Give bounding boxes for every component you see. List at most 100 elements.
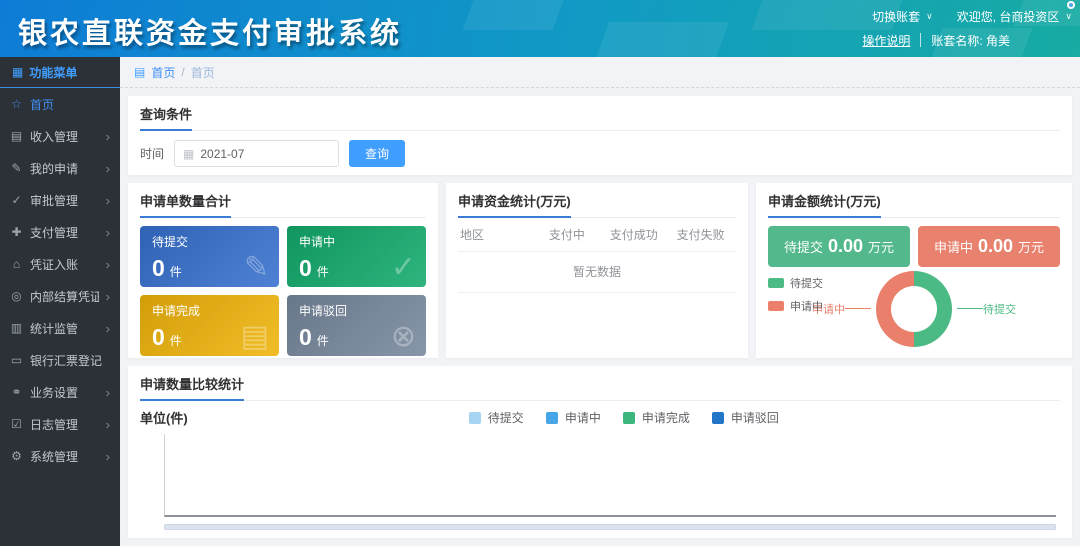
header-decoration bbox=[463, 0, 568, 30]
donut-hole bbox=[891, 286, 937, 332]
chevron-down-icon[interactable]: ∨ bbox=[926, 11, 933, 22]
comparison-chart-panel: 申请数量比较统计 单位(件) 待提交 申请中 bbox=[128, 366, 1072, 538]
date-input[interactable] bbox=[200, 147, 330, 161]
sidebar-item-home[interactable]: ☆ 首页 bbox=[0, 88, 120, 120]
legend-item[interactable]: 待提交 bbox=[469, 409, 524, 426]
stat-card-unit: 件 bbox=[170, 332, 182, 349]
chevron-right-icon: › bbox=[106, 257, 110, 272]
sidebar-item-voucher-entry[interactable]: ⌂ 凭证入账 › bbox=[0, 248, 120, 280]
sidebar-header-label: 功能菜单 bbox=[29, 64, 77, 81]
card-icon: ▭ bbox=[10, 353, 23, 367]
amount-box-value: 0.00 bbox=[828, 236, 863, 257]
page-icon: ▤ bbox=[134, 65, 145, 79]
sidebar-item-income[interactable]: ▤ 收入管理 › bbox=[0, 120, 120, 152]
stat-card-completed: 申请完成 0 件 ▤ bbox=[140, 295, 279, 356]
sidebar-item-bank-draft[interactable]: ▭ 银行汇票登记 bbox=[0, 344, 120, 376]
funds-table-header: 地区 支付中 支付成功 支付失败 bbox=[458, 218, 736, 252]
header-user-area: 切换账套 ∨ 欢迎您, 台商投资区 ∨ 操作说明 账套名称: 角美 bbox=[862, 6, 1072, 51]
plus-icon: ✚ bbox=[10, 225, 23, 239]
chevron-right-icon: › bbox=[106, 449, 110, 464]
column-header: 支付失败 bbox=[667, 226, 734, 243]
chevron-right-icon: › bbox=[106, 321, 110, 336]
main-content: ▤ 首页 / 首页 查询条件 时间 ▦ bbox=[120, 57, 1080, 546]
sidebar-header: ▦ 功能菜单 bbox=[0, 57, 120, 88]
amount-box-pending: 待提交 0.00 万元 bbox=[768, 226, 910, 267]
notification-dot bbox=[1067, 1, 1075, 9]
legend-item[interactable]: 申请驳回 bbox=[712, 409, 779, 426]
welcome-user-menu[interactable]: 欢迎您, 台商投资区 bbox=[957, 8, 1060, 25]
donut-chart-area: 待提交 申请中 申请中 bbox=[768, 267, 1060, 350]
legend-item[interactable]: 待提交 bbox=[768, 275, 823, 291]
legend-swatch bbox=[768, 301, 784, 311]
date-picker[interactable]: ▦ bbox=[174, 140, 339, 167]
edit-document-icon: ✎ bbox=[244, 250, 269, 285]
legend-item[interactable]: 申请中 bbox=[546, 409, 601, 426]
sidebar-item-approval[interactable]: ✓ 审批管理 › bbox=[0, 184, 120, 216]
sidebar-item-label: 系统管理 bbox=[30, 448, 99, 465]
chevron-right-icon: › bbox=[106, 193, 110, 208]
amount-box-label: 待提交 bbox=[784, 237, 823, 256]
column-header: 支付成功 bbox=[600, 226, 667, 243]
sidebar-item-log[interactable]: ☑ 日志管理 › bbox=[0, 408, 120, 440]
header-divider bbox=[920, 33, 921, 47]
stat-card-unit: 件 bbox=[170, 263, 182, 280]
funds-statistics-panel: 申请资金统计(万元) 地区 支付中 支付成功 支付失败 暂无数据 bbox=[446, 183, 748, 358]
query-panel-title: 查询条件 bbox=[140, 104, 1060, 131]
breadcrumb-root[interactable]: 首页 bbox=[151, 64, 175, 81]
briefcase-icon: ⌂ bbox=[10, 257, 23, 271]
link-icon: ⚭ bbox=[10, 385, 23, 399]
amount-box-value: 0.00 bbox=[978, 236, 1013, 257]
stat-card-pending-submit: 待提交 0 件 ✎ bbox=[140, 226, 279, 287]
sidebar-item-system[interactable]: ⚙ 系统管理 › bbox=[0, 440, 120, 472]
sidebar-item-business-settings[interactable]: ⚭ 业务设置 › bbox=[0, 376, 120, 408]
stat-card-value: 0 bbox=[152, 326, 165, 349]
stat-card-in-progress: 申请中 0 件 ✓ bbox=[287, 226, 426, 287]
breadcrumb-current: 首页 bbox=[191, 64, 215, 81]
stat-card-label: 申请完成 bbox=[152, 302, 267, 319]
legend-label: 待提交 bbox=[488, 409, 524, 426]
file-icon: ▤ bbox=[241, 319, 269, 354]
chevron-down-icon[interactable]: ∨ bbox=[1065, 11, 1072, 22]
breadcrumb: ▤ 首页 / 首页 bbox=[120, 57, 1080, 88]
sidebar-item-my-applications[interactable]: ✎ 我的申请 › bbox=[0, 152, 120, 184]
amount-statistics-panel: 申请金额统计(万元) 待提交 0.00 万元 申请中 0.00 万元 bbox=[756, 183, 1072, 358]
pie-legend: 待提交 申请中 bbox=[768, 275, 823, 314]
sidebar-item-label: 支付管理 bbox=[30, 224, 99, 241]
app-root: 银农直联资金支付审批系统 切换账套 ∨ 欢迎您, 台商投资区 ∨ 操作说明 账套… bbox=[0, 0, 1080, 546]
legend-swatch bbox=[712, 412, 724, 424]
pen-icon: ✎ bbox=[10, 161, 23, 175]
sidebar-item-payment[interactable]: ✚ 支付管理 › bbox=[0, 216, 120, 248]
sidebar-item-statistics[interactable]: ▥ 统计监管 › bbox=[0, 312, 120, 344]
chevron-right-icon: › bbox=[106, 161, 110, 176]
legend-swatch bbox=[469, 412, 481, 424]
switch-account-button[interactable]: 切换账套 bbox=[872, 8, 920, 25]
chevron-right-icon: › bbox=[106, 385, 110, 400]
legend-label: 待提交 bbox=[790, 275, 823, 291]
stat-panels-row: 申请单数量合计 待提交 0 件 ✎ 申请中 bbox=[128, 183, 1072, 358]
stat-card-unit: 件 bbox=[317, 332, 329, 349]
bar-chart-icon: ▥ bbox=[10, 321, 23, 335]
star-icon: ☆ bbox=[10, 97, 23, 111]
legend-item[interactable]: 申请中 bbox=[768, 298, 823, 314]
legend-item[interactable]: 申请完成 bbox=[623, 409, 690, 426]
time-label: 时间 bbox=[140, 145, 164, 162]
query-panel: 查询条件 时间 ▦ 查询 bbox=[128, 96, 1072, 175]
document-icon: ▤ bbox=[10, 129, 23, 143]
stat-card-label: 申请驳回 bbox=[299, 302, 414, 319]
stat-card-value: 0 bbox=[299, 326, 312, 349]
sidebar-item-label: 收入管理 bbox=[30, 128, 99, 145]
data-zoom-slider[interactable] bbox=[164, 524, 1056, 530]
pie-connector-line bbox=[845, 308, 871, 309]
amount-box-in-progress: 申请中 0.00 万元 bbox=[918, 226, 1060, 267]
amount-panel-title: 申请金额统计(万元) bbox=[768, 191, 1060, 218]
sidebar-item-internal-settlement[interactable]: ◎ 内部结算凭证 › bbox=[0, 280, 120, 312]
donut-chart bbox=[876, 271, 952, 347]
legend-label: 申请中 bbox=[790, 298, 823, 314]
search-button[interactable]: 查询 bbox=[349, 140, 405, 167]
legend-label: 申请中 bbox=[565, 409, 601, 426]
sidebar-item-label: 银行汇票登记 bbox=[30, 352, 110, 369]
file-reject-icon: ⊗ bbox=[391, 319, 416, 354]
operation-guide-link[interactable]: 操作说明 bbox=[862, 32, 910, 49]
sidebar-item-label: 内部结算凭证 bbox=[30, 288, 99, 305]
column-header: 地区 bbox=[460, 226, 534, 243]
